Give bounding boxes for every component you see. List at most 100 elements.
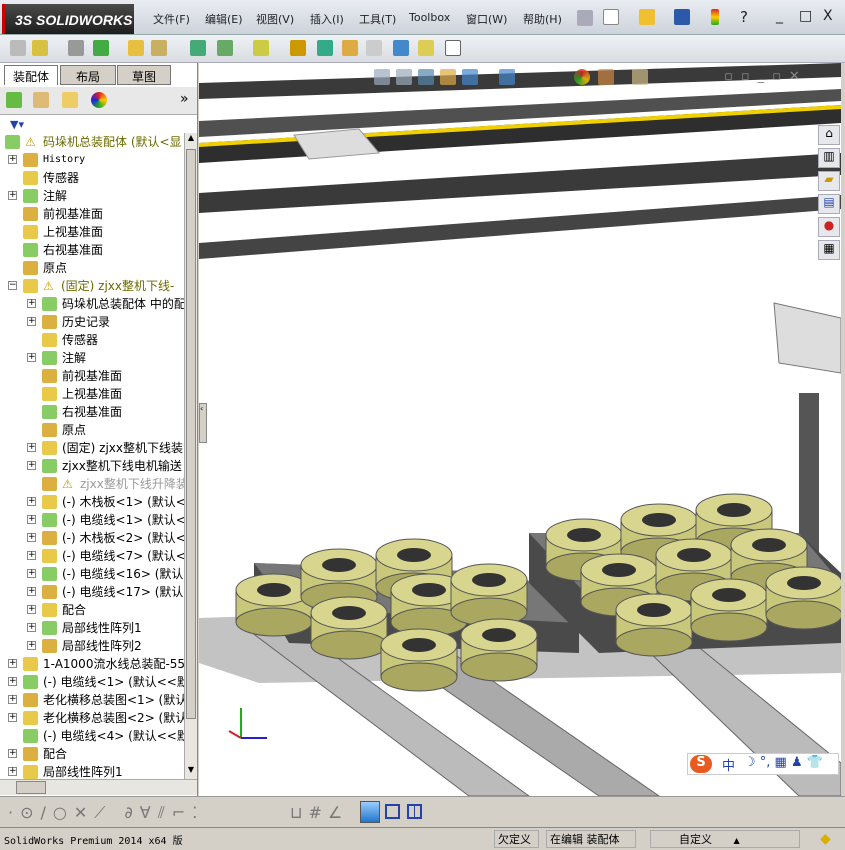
expand-icon[interactable]: + [8,749,17,758]
tree-item[interactable]: + 配合 [0,601,184,619]
tree-item[interactable]: 传感器 [0,169,184,187]
view-settings-icon[interactable] [632,69,648,85]
pin-icon[interactable] [577,10,593,26]
tree-item[interactable]: + (-) 电缆线<7> (默认< [0,547,184,565]
configuration-manager-icon[interactable] [62,92,78,108]
solidworks-resources-icon[interactable]: ⌂ [818,125,840,145]
scroll-down-icon[interactable]: ▼ [185,765,197,779]
clearance-icon[interactable] [418,40,434,56]
new-document-icon[interactable] [603,9,619,25]
tree-item[interactable]: 前视基准面 [0,205,184,223]
tree-item[interactable]: 上视基准面 [0,385,184,403]
appearances-icon[interactable]: ● [818,217,840,237]
expand-icon[interactable]: + [27,317,36,326]
tree-item[interactable]: + (固定) zjxx整机下线装 [0,439,184,457]
collapse-panel-handle[interactable]: ‹ [199,403,207,443]
tree-item[interactable]: + (-) 木栈板<1> (默认< [0,493,184,511]
tree-item[interactable]: + 局部线性阵列1 [0,619,184,637]
expand-icon[interactable]: + [27,533,36,542]
expand-icon[interactable]: + [27,605,36,614]
reference-geometry-icon[interactable] [253,40,269,56]
expand-icon[interactable]: + [27,515,36,524]
view-palette-icon[interactable]: ▤ [818,194,840,214]
tag-icon[interactable]: ◆ [820,831,831,847]
expand-icon[interactable]: + [27,353,36,362]
single-view-icon[interactable] [385,804,400,819]
menu-insert[interactable]: 插入(I) [310,11,344,27]
bill-of-materials-icon[interactable] [317,40,333,56]
expand-icon[interactable]: + [27,569,36,578]
assembly-features-icon[interactable] [217,40,233,56]
solidworks-logo[interactable]: 3S SOLIDWORKS [2,4,134,34]
menu-window[interactable]: 窗口(W) [466,11,507,27]
display-manager-icon[interactable] [91,92,107,108]
smart-fasteners-icon[interactable] [128,40,144,56]
expand-icon[interactable]: + [27,551,36,560]
tree-item[interactable]: ⚠ zjxx整机下线升降装 [0,475,184,493]
tree-item[interactable]: + 码垛机总装配体 中的配 [0,295,184,313]
tree-item[interactable]: + History [0,151,184,169]
tree-item[interactable]: + (-) 电缆线<1> (默认< [0,511,184,529]
tree-item[interactable]: + (-) 木栈板<2> (默认< [0,529,184,547]
expand-icon[interactable]: + [27,497,36,506]
file-explorer-icon[interactable]: ▰ [818,171,840,191]
tree-item[interactable]: + 老化横移总装图<1> (默认 [0,691,184,709]
help-icon[interactable]: ? [740,8,748,26]
expand-icon[interactable]: + [8,695,17,704]
menu-toolbox[interactable]: Toolbox [409,11,450,24]
expand-icon[interactable]: + [27,299,36,308]
tab-sketch[interactable]: 草图 [117,65,171,85]
menu-tools[interactable]: 工具(T) [359,11,396,27]
sketch-tools-icons[interactable]: ·⊙/○✕⟋ ∂∀⫽⌐⁚ [8,803,204,823]
collapse-icon[interactable]: − [8,281,17,290]
appearance-icon[interactable] [574,69,590,85]
tree-item[interactable]: 原点 [0,259,184,277]
tree-item[interactable]: (-) 电缆线<4> (默认<<默 [0,727,184,745]
hscroll-thumb[interactable] [16,781,46,794]
ime-punct-icon[interactable]: ☽ °, ▦ ♟ 👕 [744,755,823,770]
move-component-icon[interactable] [151,40,167,56]
expand-icon[interactable]: + [8,155,17,164]
ime-toolbar[interactable]: S 中 ☽ °, ▦ ♟ 👕 [687,753,839,775]
tree-item[interactable]: + 局部线性阵列1 [0,763,184,779]
tree-item[interactable]: 右视基准面 [0,241,184,259]
instant3d-icon[interactable] [445,40,461,56]
expand-icon[interactable]: + [27,623,36,632]
explode-line-icon[interactable] [366,40,382,56]
mate-icon[interactable] [68,40,84,56]
tree-item[interactable]: + (-) 电缆线<16> (默认 [0,565,184,583]
interference-detection-icon[interactable] [393,40,409,56]
linear-pattern-icon[interactable] [93,40,109,56]
expand-icon[interactable]: + [8,659,17,668]
menu-help[interactable]: 帮助(H) [523,11,562,27]
sogou-icon[interactable]: S [690,755,712,773]
maximize-button[interactable]: □ [799,8,812,24]
expand-icon[interactable]: + [8,677,17,686]
tab-assembly[interactable]: 装配体 [4,65,58,85]
tab-layout[interactable]: 布局 [60,65,116,85]
tree-item[interactable]: 传感器 [0,331,184,349]
filter-icon[interactable]: ▼▾ [10,118,24,131]
tree-item[interactable]: + (-) 电缆线<17> (默认 [0,583,184,601]
insert-component-icon[interactable] [32,40,48,56]
tree-horizontal-scrollbar[interactable] [0,779,197,795]
open-folder-icon[interactable] [639,9,655,25]
ime-mode[interactable]: 中 [722,755,735,774]
save-icon[interactable] [674,9,690,25]
tree-item[interactable]: ⚠ 码垛机总装配体 (默认<显 [0,133,184,151]
expand-icon[interactable]: + [8,713,17,722]
tree-item[interactable]: + 配合 [0,745,184,763]
section-view-icon[interactable] [440,69,456,85]
expand-icon[interactable]: + [27,443,36,452]
four-view-icon[interactable] [407,804,422,819]
tree-vertical-scrollbar[interactable]: ▲ ▼ [184,133,197,779]
previous-view-icon[interactable] [418,69,434,85]
expand-icon[interactable]: + [8,191,17,200]
viewport-window-controls[interactable]: ▫▫_▫✕ [724,69,808,84]
tree-item[interactable]: +1-A1000流水线总装配-55- [0,655,184,673]
tree-item[interactable]: 上视基准面 [0,223,184,241]
tree-item[interactable]: + (-) 电缆线<1> (默认<<默 [0,673,184,691]
tree-item[interactable]: − ⚠ (固定) zjxx整机下线- [0,277,184,295]
tree-item[interactable]: + 注解 [0,187,184,205]
dimension-tools-icons[interactable]: ⊔#∠ [290,803,348,822]
